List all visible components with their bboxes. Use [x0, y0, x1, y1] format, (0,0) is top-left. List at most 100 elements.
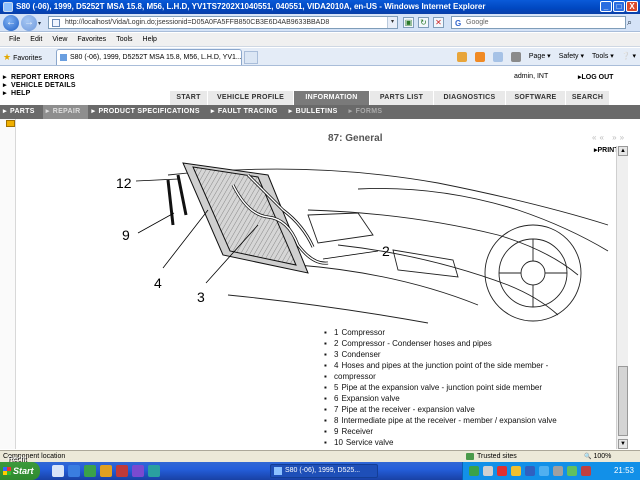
quicklaunch-folder-icon[interactable] — [100, 465, 112, 477]
menu-tools[interactable]: Tools — [111, 33, 137, 46]
menu-edit[interactable]: Edit — [25, 33, 47, 46]
legend-item: 5Pipe at the expansion valve - junction … — [324, 382, 557, 393]
address-input[interactable]: http://localhost/Vida/Login.do;jsessioni… — [48, 16, 398, 29]
tray-icon[interactable] — [511, 466, 521, 476]
window-title: S80 (-06), 1999, D5252T MSA 15.8, M56, L… — [16, 2, 486, 11]
page-menu[interactable]: Page ▾ — [529, 51, 551, 63]
menu-favorites[interactable]: Favorites — [72, 33, 111, 46]
subtab-repair[interactable]: REPAIR — [42, 105, 89, 119]
search-input[interactable]: G Google — [451, 16, 626, 29]
vertical-scrollbar[interactable]: ▲ ▼ — [616, 146, 628, 449]
main-tabs: START VEHICLE PROFILE INFORMATION PARTS … — [170, 91, 610, 105]
legend-item: 10Service valve — [324, 437, 557, 448]
google-icon: G — [455, 19, 462, 28]
quicklaunch-ie-icon[interactable] — [68, 465, 80, 477]
folder-icon[interactable] — [6, 120, 15, 127]
tray-icon[interactable] — [483, 466, 493, 476]
tray-icon[interactable] — [539, 466, 549, 476]
logout-link[interactable]: LOG OUT — [578, 73, 614, 81]
legend-item: 3Condenser — [324, 349, 557, 360]
tree-strip — [0, 119, 16, 449]
prev-next-nav[interactable]: «« »» — [592, 133, 627, 142]
component-location-diagram — [135, 162, 609, 324]
legend-item-continued: compressor — [324, 371, 557, 382]
tray-icon[interactable] — [581, 466, 591, 476]
subtab-bulletins[interactable]: BULLETINS — [286, 105, 346, 119]
tab-search[interactable]: SEARCH — [566, 91, 610, 105]
forward-button[interactable]: → — [21, 15, 37, 31]
quicklaunch-app-icon[interactable] — [84, 465, 96, 477]
user-name: admin, INT — [514, 73, 549, 80]
taskbar: Start S80 (-06), 1999, D525... 21:53 — [0, 462, 640, 480]
document-title: 87: General — [328, 133, 383, 144]
tools-menu[interactable]: Tools ▾ — [592, 51, 614, 63]
tray-icon[interactable] — [469, 466, 479, 476]
help-link[interactable]: HELP — [0, 90, 170, 98]
tab-title: S80 (-06), 1999, D5252T MSA 15.8, M56, L… — [70, 54, 242, 61]
callout-2: 2 — [382, 243, 390, 259]
subtab-parts[interactable]: PARTS — [0, 105, 43, 119]
quicklaunch-desktop-icon[interactable] — [52, 465, 64, 477]
start-button[interactable]: Start — [0, 462, 40, 480]
history-dropdown-icon[interactable]: ▾ — [38, 20, 41, 27]
favorites-button[interactable]: ★ Favorites — [3, 51, 42, 65]
scroll-down-icon[interactable]: ▼ — [618, 439, 628, 449]
subtab-product-specifications[interactable]: PRODUCT SPECIFICATIONS — [88, 105, 207, 119]
print-link[interactable]: PRINT — [594, 146, 619, 154]
tab-software[interactable]: SOFTWARE — [506, 91, 566, 105]
tab-diagnostics[interactable]: DIAGNOSTICS — [434, 91, 506, 105]
close-button[interactable]: X — [626, 1, 638, 12]
menu-view[interactable]: View — [47, 33, 72, 46]
minimize-button[interactable]: _ — [600, 1, 612, 12]
start-label: Start — [13, 466, 34, 476]
home-icon[interactable] — [456, 52, 467, 62]
print-icon[interactable] — [510, 52, 521, 62]
browser-tab[interactable]: S80 (-06), 1999, D5252T MSA 15.8, M56, L… — [56, 49, 242, 65]
search-icon[interactable]: ⌕ — [627, 17, 632, 28]
maximize-button[interactable]: □ — [613, 1, 625, 12]
subtab-forms: FORMS — [346, 105, 391, 119]
tab-parts-list[interactable]: PARTS LIST — [370, 91, 434, 105]
feeds-icon[interactable] — [474, 52, 485, 62]
tray-icon[interactable] — [497, 466, 507, 476]
tab-information[interactable]: INFORMATION — [294, 91, 370, 105]
ie-icon — [3, 2, 13, 12]
report-errors-link[interactable]: REPORT ERRORS — [0, 74, 170, 82]
scroll-up-icon[interactable]: ▲ — [618, 146, 628, 156]
safety-menu[interactable]: Safety ▾ — [559, 51, 584, 63]
read-mail-icon[interactable] — [492, 52, 503, 62]
menu-file[interactable]: File — [4, 33, 25, 46]
volume-icon[interactable] — [553, 466, 563, 476]
window-title-bar: S80 (-06), 1999, D5252T MSA 15.8, M56, L… — [0, 0, 640, 14]
system-tray: 21:53 — [462, 462, 640, 480]
address-dropdown-icon[interactable]: ▾ — [387, 17, 397, 28]
scroll-thumb[interactable] — [618, 366, 628, 436]
legend-item: 8Intermediate pipe at the receiver - mem… — [324, 415, 557, 426]
refresh-icon[interactable]: ↻ — [418, 17, 429, 28]
legend-item: 4Hoses and pipes at the junction point o… — [324, 360, 557, 371]
ie-task-icon — [274, 467, 282, 475]
subtab-fault-tracing[interactable]: FAULT TRACING — [208, 105, 286, 119]
quicklaunch-app3-icon[interactable] — [132, 465, 144, 477]
command-bar: Page ▾ Safety ▾ Tools ▾ ❔ ▾ — [456, 51, 636, 63]
legend-item: 7Pipe at the receiver - expansion valve — [324, 404, 557, 415]
stop-icon[interactable]: ✕ — [433, 17, 444, 28]
address-url: http://localhost/Vida/Login.do;jsessioni… — [65, 19, 330, 26]
vehicle-details-link[interactable]: VEHICLE DETAILS — [0, 82, 170, 90]
tab-vehicle-profile[interactable]: VEHICLE PROFILE — [208, 91, 294, 105]
quicklaunch-app4-icon[interactable] — [148, 465, 160, 477]
help-menu[interactable]: ❔ ▾ — [622, 51, 636, 63]
tab-start[interactable]: START — [170, 91, 208, 105]
favorites-bar: ★ Favorites S80 (-06), 1999, D5252T MSA 1… — [0, 48, 640, 66]
compatibility-icon[interactable]: ▣ — [403, 17, 414, 28]
callout-3: 3 — [197, 289, 205, 305]
back-button[interactable]: ← — [3, 15, 19, 31]
quicklaunch-app2-icon[interactable] — [116, 465, 128, 477]
taskbar-window-item[interactable]: S80 (-06), 1999, D525... — [270, 464, 378, 478]
menu-help[interactable]: Help — [138, 33, 162, 46]
legend-item: 9Receiver — [324, 426, 557, 437]
tray-icon[interactable] — [525, 466, 535, 476]
network-icon[interactable] — [567, 466, 577, 476]
new-tab-button[interactable] — [244, 51, 258, 64]
security-zone: Trusted sites — [466, 451, 517, 462]
